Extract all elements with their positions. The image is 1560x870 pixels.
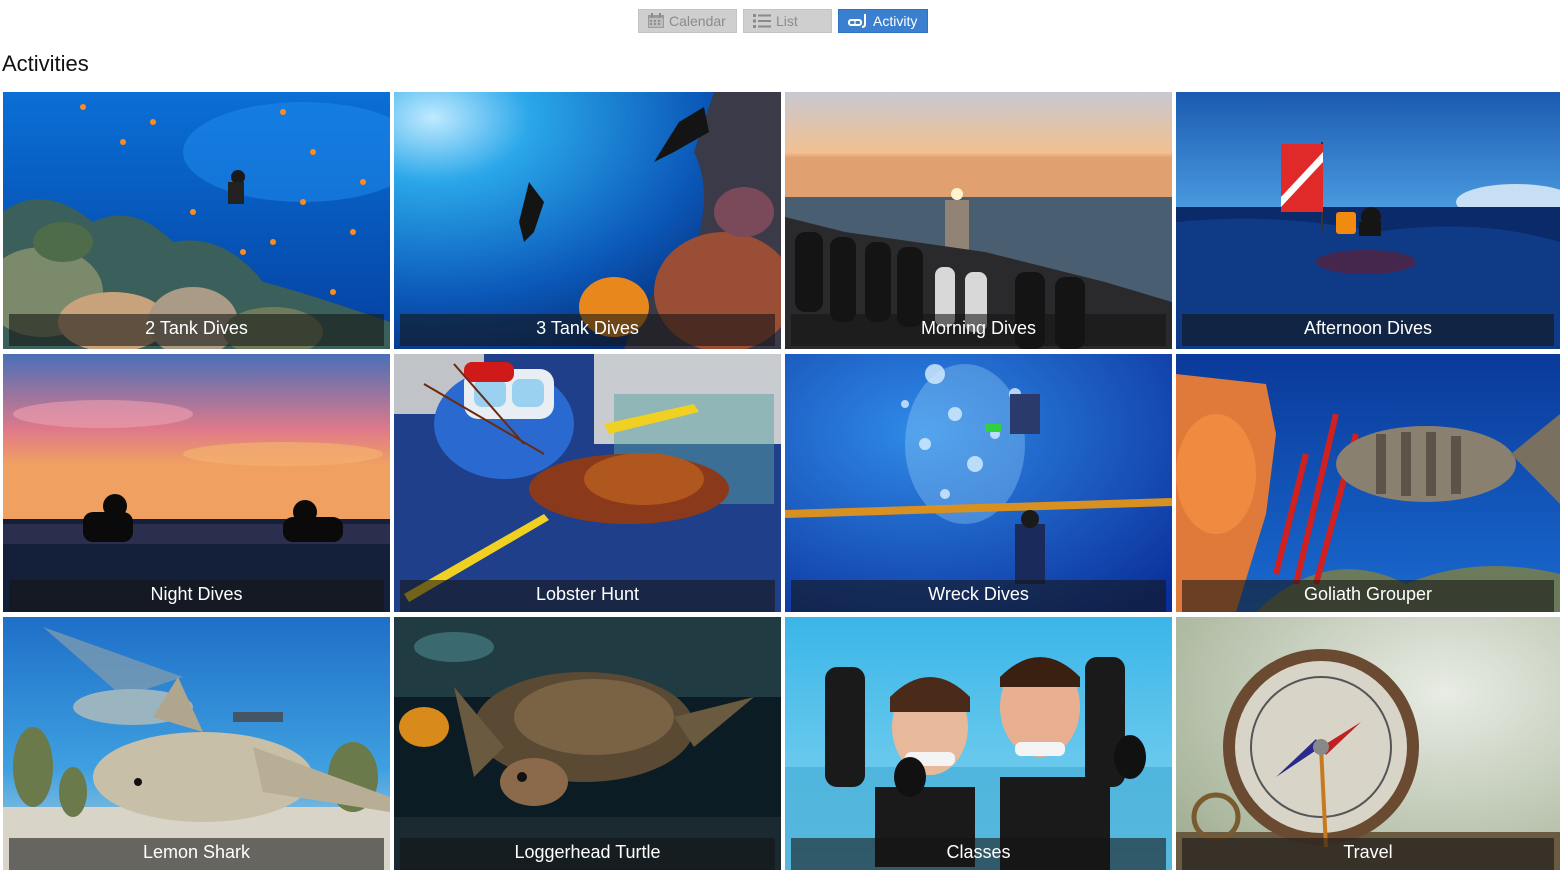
- activity-caption: Afternoon Dives: [1182, 314, 1554, 346]
- grouper-reef-image: [1176, 354, 1560, 612]
- sunrise-boat-tanks-image: [785, 92, 1172, 349]
- coral-reef-diver-image: [3, 92, 390, 349]
- lemon-shark-image: [3, 617, 390, 870]
- activity-tile-night-dives[interactable]: Night Dives: [3, 354, 390, 612]
- list-view-button[interactable]: List: [743, 9, 832, 33]
- calendar-view-button[interactable]: Calendar: [638, 9, 737, 33]
- bubbles-rope-diver-image: [785, 354, 1172, 612]
- compass-image: [1176, 617, 1560, 870]
- activity-tile-classes[interactable]: Classes: [785, 617, 1172, 870]
- activity-tile-wreck-dives[interactable]: Wreck Dives: [785, 354, 1172, 612]
- list-view-label: List: [776, 13, 798, 29]
- activity-caption: 3 Tank Dives: [400, 314, 775, 346]
- activity-caption: Morning Dives: [791, 314, 1166, 346]
- activity-tile-3-tank-dives[interactable]: 3 Tank Dives: [394, 92, 781, 349]
- activity-tile-lemon-shark[interactable]: Lemon Shark: [3, 617, 390, 870]
- wall-divers-image: [394, 92, 781, 349]
- calendar-view-label: Calendar: [669, 13, 726, 29]
- activity-view-label: Activity: [873, 13, 918, 29]
- calendar-icon: [647, 13, 665, 29]
- activity-tile-morning-dives[interactable]: Morning Dives: [785, 92, 1172, 349]
- activity-caption: 2 Tank Dives: [9, 314, 384, 346]
- activity-caption: Loggerhead Turtle: [400, 838, 775, 870]
- snorkel-mask-icon: [847, 13, 869, 29]
- activity-caption: Wreck Dives: [791, 580, 1166, 612]
- activity-tile-2-tank-dives[interactable]: 2 Tank Dives: [3, 92, 390, 349]
- activity-tile-travel[interactable]: Travel: [1176, 617, 1560, 870]
- activity-caption: Travel: [1182, 838, 1554, 870]
- activities-grid: 2 Tank Dives 3 Tank Dives Morning Dives: [3, 92, 1560, 870]
- sea-turtle-image: [394, 617, 781, 870]
- activity-view-button[interactable]: Activity: [838, 9, 928, 33]
- sunset-divers-image: [3, 354, 390, 612]
- list-icon: [752, 13, 772, 29]
- lobster-mask-net-image: [394, 354, 781, 612]
- activity-caption: Lobster Hunt: [400, 580, 775, 612]
- activity-tile-lobster-hunt[interactable]: Lobster Hunt: [394, 354, 781, 612]
- activity-caption: Night Dives: [9, 580, 384, 612]
- page-title: Activities: [2, 51, 89, 76]
- divers-couple-image: [785, 617, 1172, 870]
- activity-caption: Classes: [791, 838, 1166, 870]
- activity-tile-loggerhead-turtle[interactable]: Loggerhead Turtle: [394, 617, 781, 870]
- diver-flag-ocean-image: [1176, 92, 1560, 349]
- activity-caption: Lemon Shark: [9, 838, 384, 870]
- view-switcher: Calendar List Activity: [638, 9, 928, 33]
- activity-tile-goliath-grouper[interactable]: Goliath Grouper: [1176, 354, 1560, 612]
- activity-caption: Goliath Grouper: [1182, 580, 1554, 612]
- activity-tile-afternoon-dives[interactable]: Afternoon Dives: [1176, 92, 1560, 349]
